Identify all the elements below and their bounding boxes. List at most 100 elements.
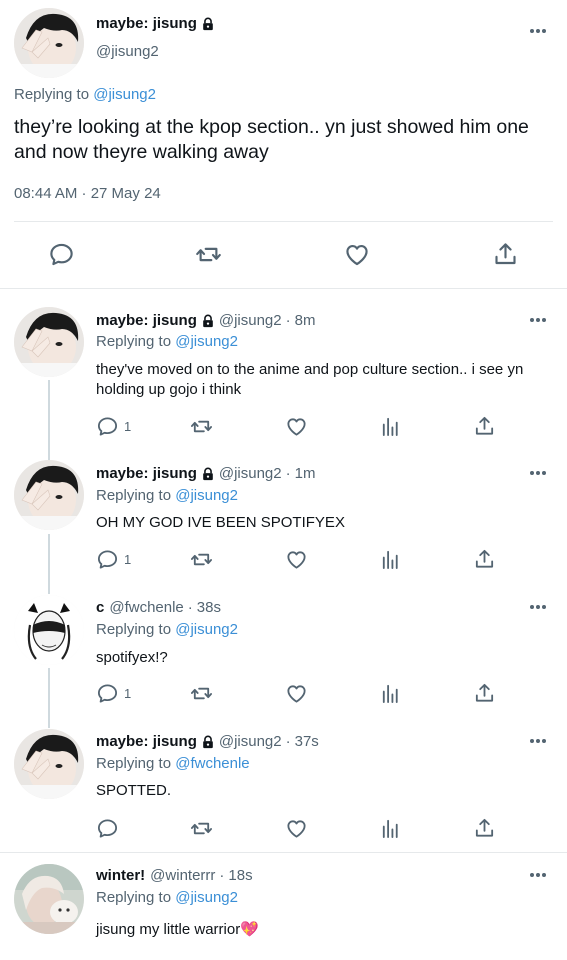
lock-icon [201,467,215,481]
avatar[interactable] [14,864,84,934]
share-icon [473,414,496,438]
reply-icon [96,415,119,438]
tweet-text: spotifyex!? [96,649,168,666]
reply-icon [96,682,119,705]
like-button[interactable] [285,682,308,705]
retweet-button[interactable] [189,415,214,438]
views-button[interactable] [379,415,402,438]
timestamp[interactable]: 08:44 AM · 27 May 24 [14,185,161,202]
author-name[interactable]: c [96,599,104,616]
share-button[interactable] [473,816,496,840]
mention-link[interactable]: @jisung2 [175,487,238,504]
share-button[interactable] [473,414,496,438]
author-row: maybe: jisung @jisung2 · 1m [96,465,315,482]
reply-button[interactable]: 1 [96,682,131,705]
replying-to: Replying to @jisung2 [96,889,238,906]
more-icon[interactable] [528,27,548,35]
tweet-text: jisung my little warrior💖 [96,921,259,938]
main-tweet: maybe: jisung @jisung2 Replying to @jisu… [0,0,567,290]
retweet-button[interactable] [189,817,214,840]
author-name[interactable]: maybe: jisung [96,15,197,32]
like-button[interactable] [285,548,308,571]
views-icon [379,548,402,571]
mention-link[interactable]: @fwchenle [175,755,249,772]
author-row: maybe: jisung @jisung2 · 8m [96,312,315,329]
avatar-image [14,595,84,665]
author-row: maybe: jisung [96,15,219,32]
mention-link[interactable]: @jisung2 [175,333,238,350]
thread-line [48,380,50,460]
more-icon[interactable] [528,603,548,611]
separator-dot: · [285,465,291,482]
avatar[interactable] [14,595,84,665]
like-button[interactable] [343,241,371,268]
like-button[interactable] [285,415,308,438]
replying-prefix: Replying to [96,889,172,906]
retweet-icon [189,817,214,840]
author-handle[interactable]: @jisung2 [219,733,282,750]
retweet-icon [189,682,214,705]
thread-line [48,534,50,594]
views-icon [379,415,402,438]
author-handle[interactable]: @jisung2 [219,312,282,329]
avatar[interactable] [14,460,84,530]
more-icon[interactable] [528,737,548,745]
author-row: c @fwchenle · 38s [96,599,221,616]
reply-button[interactable]: 1 [96,548,131,571]
reply-button[interactable]: 1 [96,415,131,438]
reply-button[interactable] [96,817,119,840]
avatar[interactable] [14,8,84,78]
views-button[interactable] [379,817,402,840]
tweet-text: SPOTTED. [96,782,172,799]
replying-to: Replying to @jisung2 [96,333,238,350]
avatar-image [14,729,84,799]
author-row: winter! @winterrr · 18s [96,867,253,884]
author-name[interactable]: maybe: jisung [96,465,197,482]
tweet-time[interactable]: 1m [295,465,316,482]
thread-line [48,668,50,728]
author-name[interactable]: maybe: jisung [96,733,197,750]
mention-link[interactable]: @jisung2 [175,889,238,906]
views-button[interactable] [379,682,402,705]
more-icon[interactable] [528,316,548,324]
author-name[interactable]: maybe: jisung [96,312,197,329]
tweet-time[interactable]: 18s [228,867,252,884]
retweet-button[interactable] [194,241,223,268]
retweet-button[interactable] [189,548,214,571]
views-icon [379,817,402,840]
tweet-time[interactable]: 8m [295,312,316,329]
reply-count: 1 [124,419,132,434]
author-handle[interactable]: @winterrr [150,867,215,884]
more-icon[interactable] [528,469,548,477]
share-button[interactable] [473,681,496,705]
divider [14,221,553,222]
reply-count: 1 [124,686,132,701]
avatar[interactable] [14,729,84,799]
author-handle[interactable]: @jisung2 [96,43,159,60]
tweet-time[interactable]: 37s [295,733,319,750]
separator-dot: · [187,599,193,616]
author-handle[interactable]: @jisung2 [219,465,282,482]
reply-icon [96,548,119,571]
replying-prefix: Replying to [14,86,90,103]
share-icon [473,816,496,840]
retweet-button[interactable] [189,682,214,705]
more-icon[interactable] [528,871,548,879]
reply-icon [96,817,119,840]
share-button[interactable] [473,547,496,571]
views-button[interactable] [379,548,402,571]
lock-icon [201,17,215,31]
like-button[interactable] [285,817,308,840]
reply-button[interactable] [48,241,75,268]
replying-prefix: Replying to [96,621,172,638]
mention-link[interactable]: @jisung2 [175,621,238,638]
author-name[interactable]: winter! [96,867,145,884]
author-handle[interactable]: @fwchenle [109,599,183,616]
mention-link[interactable]: @jisung2 [93,86,156,103]
avatar-image [14,8,84,78]
avatar[interactable] [14,307,84,377]
replying-to: Replying to @jisung2 [96,621,238,638]
share-button[interactable] [492,240,519,268]
tweet-time[interactable]: 38s [197,599,221,616]
tweet-text: OH MY GOD IVE BEEN SPOTIFYEX [96,514,345,531]
